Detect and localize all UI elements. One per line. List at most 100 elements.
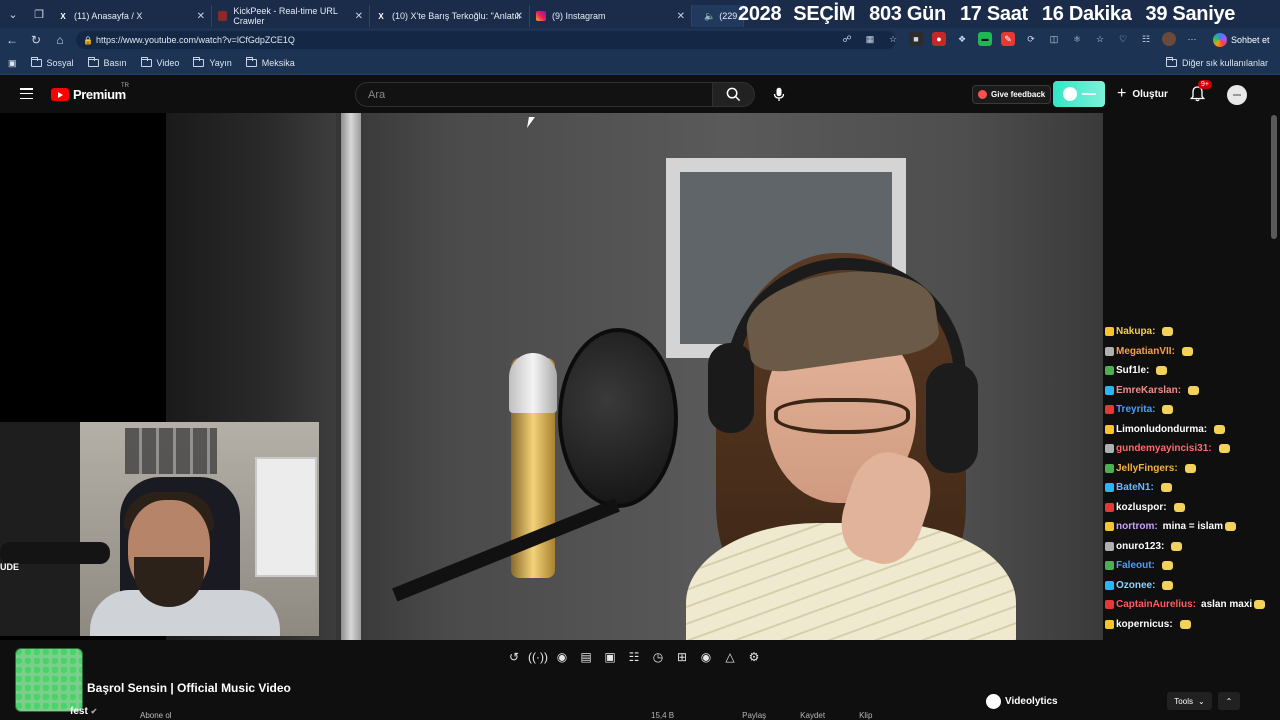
videolytics-panel[interactable]: Videolytics (986, 694, 1058, 709)
bookmark-folder-sosyal[interactable]: Sosyal (30, 57, 74, 68)
chat-username[interactable]: onuro123: (1116, 540, 1164, 553)
chat-username[interactable]: nortrom: (1116, 520, 1158, 533)
close-icon[interactable]: ✕ (355, 11, 363, 22)
give-feedback-button[interactable]: Give feedback (972, 85, 1052, 104)
close-icon[interactable]: ✕ (197, 11, 205, 22)
create-button[interactable]: + Oluştur (1117, 86, 1168, 102)
extension-green-icon[interactable]: ▬ (978, 32, 992, 46)
youtube-premium-logo[interactable]: Premium TR (51, 83, 129, 102)
profile-avatar-icon[interactable] (1162, 32, 1176, 46)
extension-toggle-button[interactable] (1053, 81, 1105, 107)
repeat-icon[interactable]: ↺ (505, 648, 523, 666)
chat-username[interactable]: CaptainAurelius: (1116, 598, 1196, 611)
bookmarks-sidebar-icon[interactable]: ▣ (8, 58, 17, 69)
bookmark-label: Yayın (209, 58, 232, 68)
eye-icon[interactable]: ◉ (553, 648, 571, 666)
bookmark-folder-video[interactable]: Video (140, 57, 180, 68)
copilot-icon (1213, 33, 1227, 47)
close-icon[interactable]: ✕ (515, 11, 523, 22)
workspaces-icon[interactable]: ❐ (26, 0, 52, 28)
broadcast-icon[interactable]: ((·)) (528, 648, 548, 666)
clapper-icon[interactable]: ▤ (577, 648, 595, 666)
chat-username[interactable]: JellyFingers: (1116, 462, 1178, 475)
favorite-star-icon[interactable]: ☆ (886, 32, 900, 46)
flask-icon[interactable]: △ (721, 648, 739, 666)
account-avatar[interactable] (1227, 85, 1247, 105)
browser-tab[interactable]: X (10) X'te Barış Terkoğlu: "Anlatılan ✕ (370, 5, 530, 27)
add-icon[interactable]: ⊞ (673, 648, 691, 666)
tab-list-dropdown-icon[interactable]: ⌄ (0, 0, 26, 28)
pip-icon[interactable]: ▣ (601, 648, 619, 666)
apps-icon[interactable]: ▦ (863, 32, 877, 46)
other-bookmarks[interactable]: Diğer sık kullanılanlar (1165, 57, 1268, 68)
ublock-icon[interactable]: ■ (909, 32, 923, 46)
split-screen-icon[interactable]: ◫ (1047, 32, 1061, 46)
extensions-icon[interactable]: ⚛ (1070, 32, 1084, 46)
speed-icon[interactable]: ◷ (649, 648, 667, 666)
extension-pen-icon[interactable]: ✎ (1001, 32, 1015, 46)
countdown-label: SEÇİM (793, 2, 856, 25)
camera-icon[interactable]: ◉ (697, 648, 715, 666)
page-scrollbar[interactable] (1268, 113, 1280, 640)
like-button[interactable]: 15,4 B (651, 711, 674, 720)
chat-username[interactable]: Ozonee: (1116, 579, 1155, 592)
back-icon[interactable]: ← (0, 33, 24, 47)
extension-red-icon[interactable]: ● (932, 32, 946, 46)
chat-username[interactable]: gundemyayincisi31: (1116, 442, 1212, 455)
scrollbar-thumb[interactable] (1271, 115, 1277, 239)
chat-badge-icon (1105, 483, 1114, 492)
chat-username[interactable]: EmreKarslan: (1116, 384, 1181, 397)
browser-tab[interactable]: X (11) Anasayfa / X ✕ (52, 5, 212, 27)
bookmark-folder-basin[interactable]: Basın (87, 57, 127, 68)
gear-icon[interactable]: ⚙ (745, 648, 763, 666)
chat-emote-icon (1161, 561, 1173, 570)
bookmark-label: Video (156, 58, 180, 68)
browser-tab[interactable]: KickPeek - Real-time URL Crawler ✕ (212, 5, 370, 27)
translate-icon[interactable]: ☍ (840, 32, 854, 46)
favorites-icon[interactable]: ☆ (1093, 32, 1107, 46)
chat-username[interactable]: MegatianVII: (1116, 345, 1175, 358)
voice-search-button[interactable] (768, 83, 790, 105)
notifications-button[interactable]: 9+ (1189, 80, 1212, 102)
video-player[interactable]: UDE (0, 113, 1103, 640)
election-countdown: 2028 SEÇİM 803 Gün 17 Saat 16 Dakika 39 … (738, 0, 1235, 28)
chat-username[interactable]: kozluspor: (1116, 501, 1167, 514)
extension-refresh-icon[interactable]: ⟳ (1024, 32, 1038, 46)
chat-emote-icon (1188, 385, 1200, 395)
url-text: https://www.youtube.com/watch?v=lCfGdpZC… (96, 35, 295, 45)
chat-username[interactable]: Limonludondurma: (1116, 423, 1207, 436)
tools-dropdown[interactable]: Tools ⌄ (1167, 692, 1212, 710)
collapse-button[interactable]: ⌃ (1218, 692, 1240, 710)
chat-username[interactable]: kopernicus: (1116, 618, 1173, 631)
film-icon[interactable]: ☷ (625, 648, 643, 666)
chat-username[interactable]: Faleout: (1116, 559, 1155, 572)
close-icon[interactable]: ✕ (677, 11, 685, 22)
browser-tab[interactable]: (9) Instagram ✕ (530, 5, 692, 27)
channel-name[interactable]: fest ✔ (70, 706, 97, 717)
refresh-icon[interactable]: ↻ (24, 33, 48, 47)
more-icon[interactable]: ⋯ (1185, 32, 1199, 46)
subscribe-button[interactable]: Abone ol (140, 711, 172, 720)
share-button[interactable]: Paylaş (742, 711, 766, 720)
extension-puzzle-icon[interactable]: ❖ (955, 32, 969, 46)
speaker-icon[interactable]: 🔈 (704, 11, 715, 22)
home-icon[interactable]: ⌂ (48, 33, 72, 47)
chat-username[interactable]: Treyrita: (1116, 403, 1155, 416)
save-button[interactable]: Kaydet (800, 711, 825, 720)
copilot-button[interactable]: Sohbet et (1213, 32, 1270, 48)
channel-thumbnail[interactable] (15, 648, 83, 712)
search-input[interactable]: Ara (355, 82, 713, 107)
clip-button[interactable]: Klip (859, 711, 872, 720)
browser-essentials-icon[interactable]: ♡ (1116, 32, 1130, 46)
chat-username[interactable]: Suf1le: (1116, 364, 1149, 377)
menu-icon[interactable] (20, 88, 33, 99)
chat-emote-icon (1184, 463, 1196, 473)
bookmark-folder-meksika[interactable]: Meksika (245, 57, 295, 68)
search-button[interactable] (713, 82, 755, 107)
bookmark-folder-yayin[interactable]: Yayın (193, 57, 232, 68)
collections-icon[interactable]: ☷ (1139, 32, 1153, 46)
browser-tab-active[interactable]: 🔈 (229 (692, 5, 744, 27)
url-input[interactable]: 🔒 https://www.youtube.com/watch?v=lCfGdp… (76, 31, 896, 49)
chat-username[interactable]: BateN1: (1116, 481, 1154, 494)
chat-username[interactable]: Nakupa: (1116, 325, 1155, 338)
